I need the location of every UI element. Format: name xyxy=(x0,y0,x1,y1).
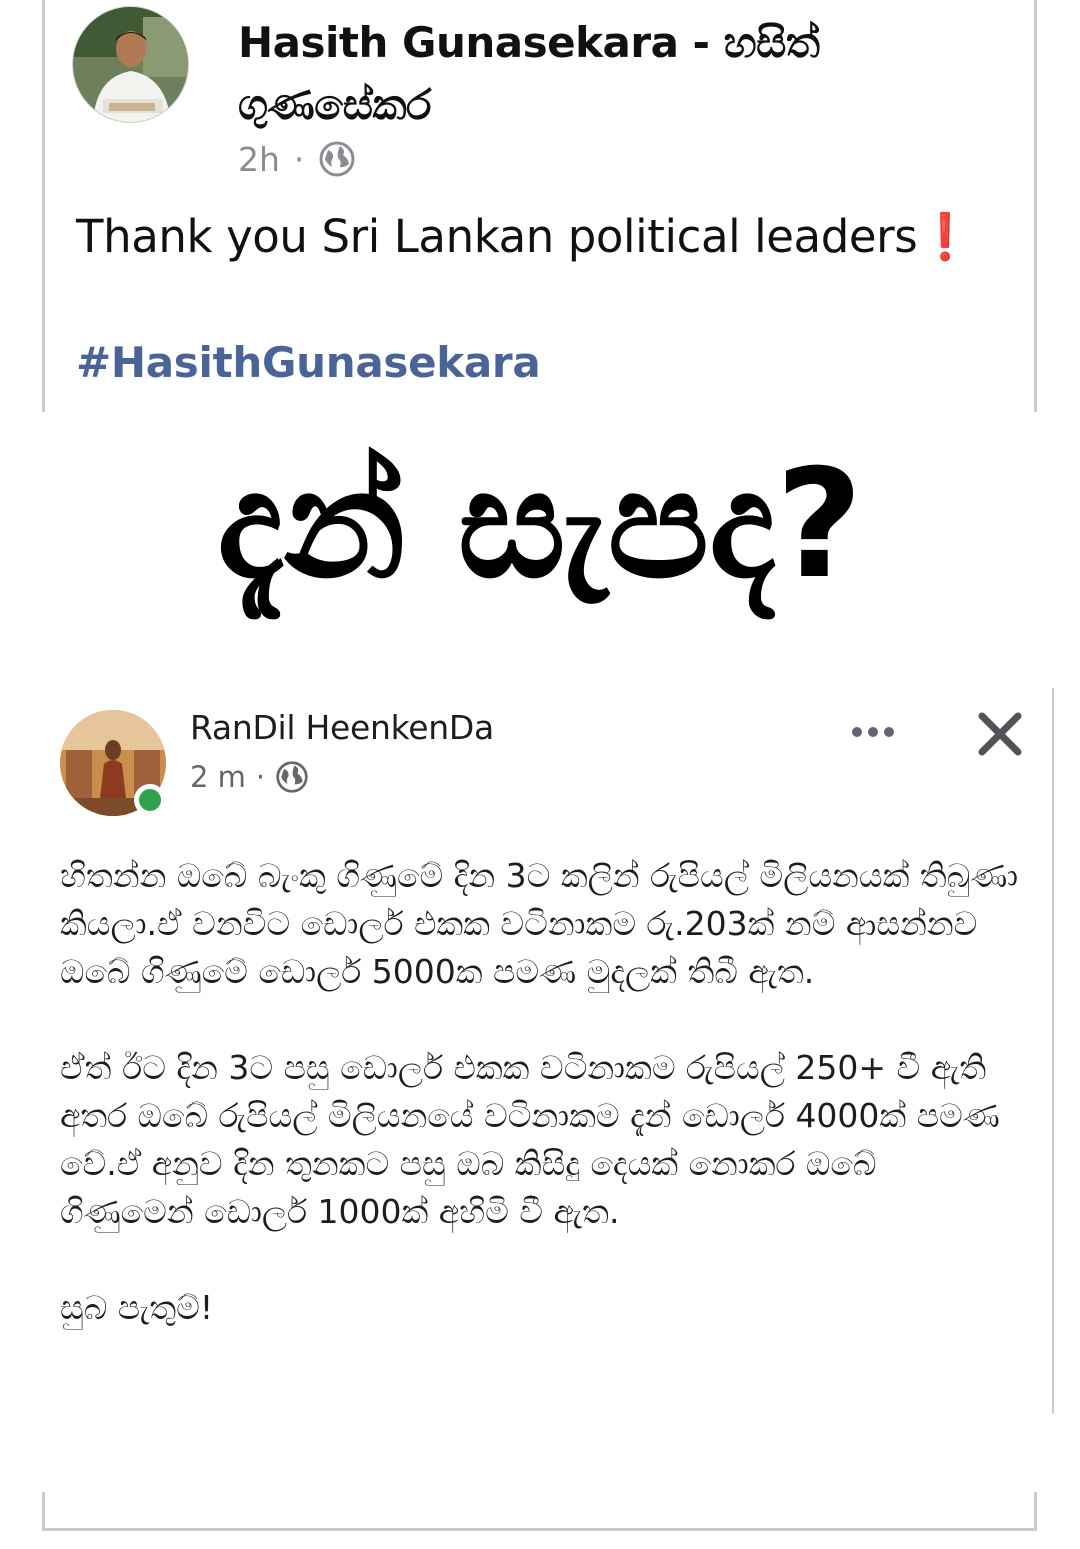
image-border-right xyxy=(1052,688,1054,1414)
card-border-left-bottom xyxy=(42,1492,45,1530)
card-border-left-top xyxy=(42,0,45,412)
shared-meta-separator: · xyxy=(255,760,266,794)
globe-icon xyxy=(318,140,356,178)
post-meta: 2h · xyxy=(238,138,356,180)
shared-post-body: හිතන්න ඔබේ බැංකු ගිණුමේ දින 3ට කලින් රුප… xyxy=(60,852,1020,1380)
post-time[interactable]: 2h xyxy=(238,140,280,179)
card-border-right-bottom xyxy=(1034,1492,1037,1530)
meta-separator: · xyxy=(293,139,305,179)
post-text: Thank you Sri Lankan political leaders❗ xyxy=(76,210,973,263)
online-status-dot xyxy=(134,784,166,816)
shared-post-author-name: RanDil HeenkenDa xyxy=(190,708,494,747)
globe-icon xyxy=(275,760,309,794)
image-headline: දැන් සැපද? xyxy=(217,438,863,612)
shared-post-paragraph: සුබ පැතුම්! xyxy=(60,1288,214,1327)
card-border-bottom xyxy=(42,1528,1037,1531)
close-icon xyxy=(972,706,1028,762)
more-dot xyxy=(884,727,894,737)
shared-post-meta: 2 m · xyxy=(190,756,309,798)
card-border-right-top xyxy=(1034,0,1037,412)
shared-post-paragraph: ඒත් ඊට දින 3ට පසු ඩොලර් එකක වටිනාකම රුපි… xyxy=(60,1048,1000,1231)
author-avatar[interactable] xyxy=(72,6,189,123)
post-hashtag-link[interactable]: #HasithGunasekara xyxy=(76,338,541,387)
post-author-name[interactable]: Hasith Gunasekara - හසිත් ගුණසේකර xyxy=(238,12,998,136)
shared-post-time: 2 m xyxy=(190,760,246,794)
more-dots-icon xyxy=(846,712,900,752)
more-dot xyxy=(868,727,878,737)
more-dot xyxy=(852,727,862,737)
shared-post-paragraph: හිතන්න ඔබේ බැංකු ගිණුමේ දින 3ට කලින් රුප… xyxy=(60,856,1019,991)
